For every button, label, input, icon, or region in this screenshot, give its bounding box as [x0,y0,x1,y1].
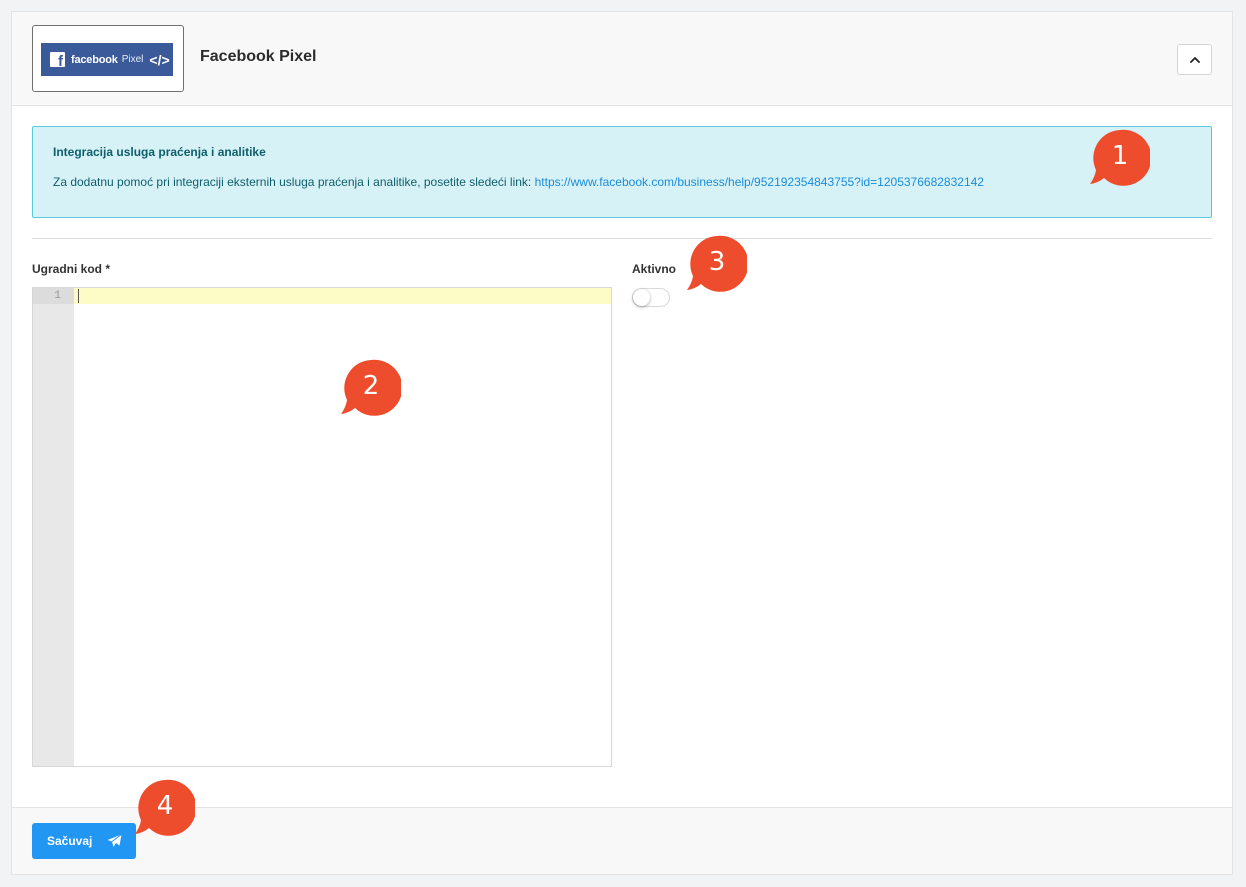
text-cursor [78,289,79,303]
logo-banner: f facebook Pixel </> [41,43,173,76]
callout-number: 1 [1111,141,1129,171]
callout-marker-4: 4 [135,778,195,838]
callout-number: 4 [156,791,174,821]
callout-marker-2: 2 [341,358,401,418]
embed-code-editor[interactable]: 1 [32,287,612,767]
alert-text: Za dodatnu pomoć pri integraciji ekstern… [53,175,984,189]
line-number: 1 [33,288,74,304]
save-button-label: Sačuvaj [47,834,93,848]
help-link[interactable]: https://www.facebook.com/business/help/9… [535,175,984,189]
callout-marker-3: 3 [687,234,747,294]
embed-code-label: Ugradni kod * [32,262,111,276]
facebook-f-icon: f [50,52,65,69]
card-header: f facebook Pixel </> Facebook Pixel [12,12,1232,106]
toggle-knob [633,289,650,306]
facebook-pixel-card: f facebook Pixel </> Facebook Pixel Inte… [11,11,1233,875]
active-label: Aktivno [632,262,677,276]
code-icon: </> [149,51,170,68]
callout-number: 2 [362,371,380,401]
section-divider [32,238,1212,239]
chevron-up-icon [1189,57,1200,63]
paper-plane-icon [107,834,122,847]
callout-number: 3 [708,247,726,277]
alert-title: Integracija usluga praćenja i analitike [53,145,266,159]
card-footer: Sačuvaj [12,807,1232,874]
facebook-pixel-logo: f facebook Pixel </> [32,25,184,92]
info-alert: Integracija usluga praćenja i analitike … [32,126,1212,218]
save-button[interactable]: Sačuvaj [32,823,136,859]
card-title: Facebook Pixel [200,48,317,65]
active-toggle[interactable] [632,288,670,307]
active-line-highlight [74,288,611,304]
collapse-button[interactable] [1177,44,1212,75]
logo-product-word: Pixel [121,54,144,65]
alert-message: Za dodatnu pomoć pri integraciji ekstern… [53,175,535,189]
callout-marker-1: 1 [1090,128,1150,188]
logo-brand-word: facebook [71,53,118,66]
editor-gutter [33,288,74,766]
